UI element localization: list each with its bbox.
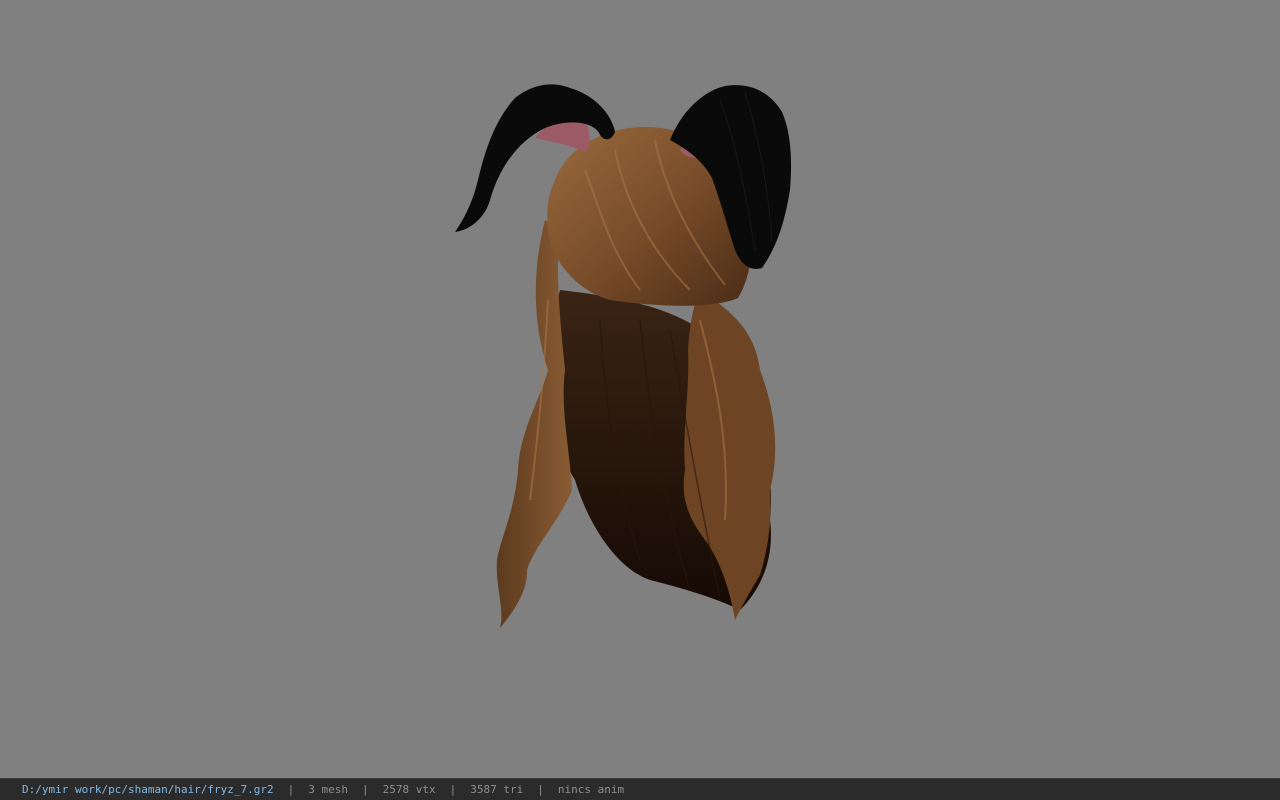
separator: | bbox=[287, 783, 295, 796]
mesh-count: 3 mesh bbox=[308, 783, 349, 796]
3d-viewport[interactable] bbox=[0, 0, 1280, 778]
file-path: D:/ymir work/pc/shaman/hair/fryz_7.gr2 bbox=[22, 783, 274, 796]
animation-status: nincs anim bbox=[557, 783, 625, 796]
separator: | bbox=[449, 783, 457, 796]
status-bar: D:/ymir work/pc/shaman/hair/fryz_7.gr2 |… bbox=[0, 778, 1280, 800]
separator: | bbox=[537, 783, 544, 796]
hair-left-strand bbox=[496, 220, 572, 628]
triangle-count: 3587 tri bbox=[470, 783, 524, 796]
hair-model-icon bbox=[455, 84, 792, 628]
vertex-count: 2578 vtx bbox=[382, 783, 436, 796]
separator: | bbox=[362, 783, 369, 796]
